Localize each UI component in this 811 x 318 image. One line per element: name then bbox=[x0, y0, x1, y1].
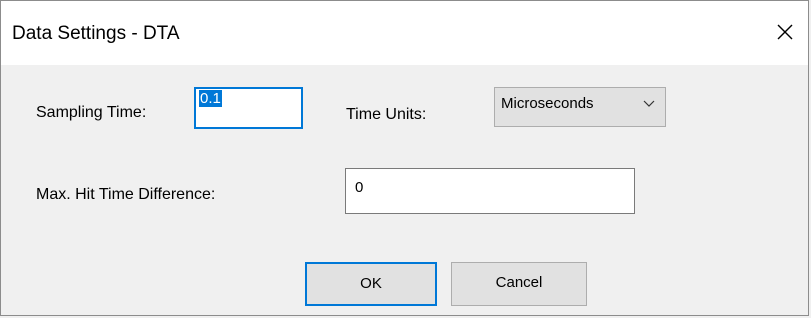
cancel-button[interactable]: Cancel bbox=[451, 262, 587, 306]
sampling-time-input[interactable]: 0.1 bbox=[194, 87, 303, 129]
ok-button-label: OK bbox=[360, 275, 382, 292]
sampling-time-value: 0.1 bbox=[199, 90, 222, 107]
max-hit-time-difference-label: Max. Hit Time Difference: bbox=[36, 186, 216, 203]
time-units-value: Microseconds bbox=[501, 95, 594, 112]
max-hit-time-difference-input[interactable]: 0 bbox=[345, 168, 635, 214]
time-units-dropdown[interactable]: Microseconds bbox=[494, 87, 666, 127]
chevron-down-icon bbox=[643, 100, 655, 107]
data-settings-dialog: Data Settings - DTA Sampling Time: 0.1 T… bbox=[0, 0, 809, 316]
time-units-label: Time Units: bbox=[346, 106, 427, 123]
title-bar: Data Settings - DTA bbox=[1, 1, 808, 65]
sampling-time-label: Sampling Time: bbox=[36, 104, 147, 121]
max-hit-time-difference-value: 0 bbox=[355, 179, 364, 196]
cancel-button-label: Cancel bbox=[495, 274, 543, 291]
close-icon bbox=[777, 24, 793, 40]
dialog-title: Data Settings - DTA bbox=[12, 23, 180, 44]
close-button[interactable] bbox=[768, 15, 802, 49]
ok-button[interactable]: OK bbox=[305, 262, 437, 306]
